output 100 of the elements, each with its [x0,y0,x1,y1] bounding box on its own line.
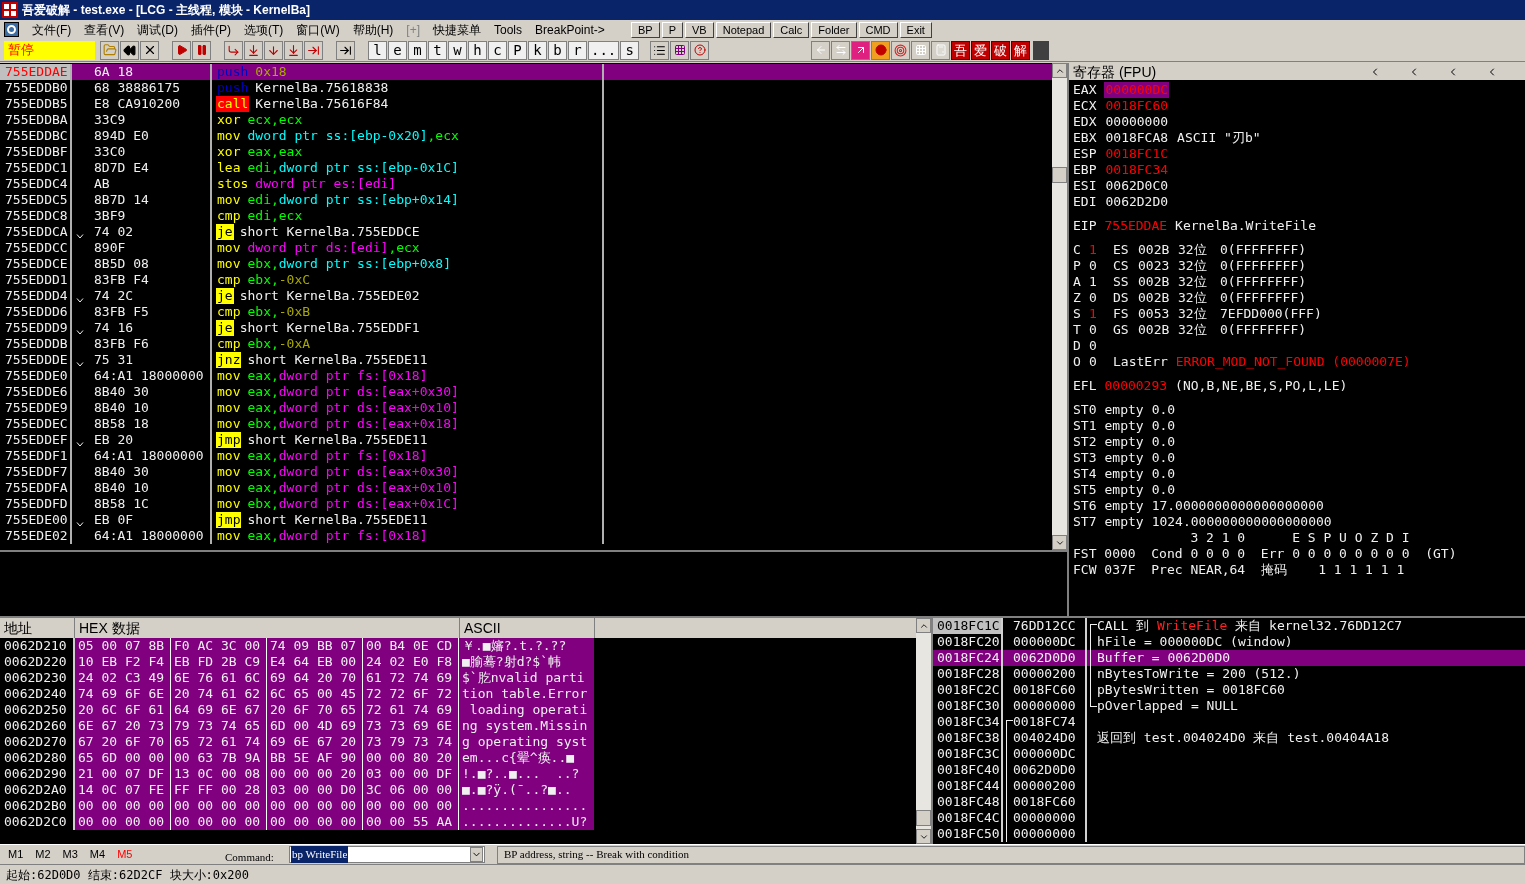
menu-item[interactable]: 帮助(H) [352,20,394,39]
brand-button[interactable]: 解 [1011,40,1031,60]
dump-row[interactable]: 65 6D 00 00 00 63 7B 9A BB 5E AF 90 00 00 80 20 em...c{翚^痪..■ [75,750,594,766]
column-header[interactable]: 地址 [0,618,75,638]
dump-row[interactable]: 00 00 00 00 00 00 00 00 00 00 00 00 00 00 55 AA ..............U? [75,814,594,830]
stack-row[interactable]: 0018FC34 0018FC74 [933,714,1525,730]
target-icon[interactable] [891,40,911,60]
menu-item[interactable]: 选项(T) [244,20,284,39]
child-window-icon[interactable] [4,22,19,37]
window-button[interactable]: s [620,40,640,60]
stack-row[interactable]: 0018FC3C 000000DC [933,746,1525,762]
flag-value[interactable]: 0 [1089,338,1113,354]
stack-row[interactable]: 0018FC28 00000200 nBytesToWrite = 200 (512.) [933,666,1525,682]
dump-row[interactable]: 21 00 07 DF 13 0C 00 08 00 00 00 20 03 00 00 DF !.■?..■... ..? [75,766,594,782]
window-button[interactable]: w [448,40,467,60]
window-button[interactable]: h [468,40,487,60]
menu-item[interactable]: 插件(P) [191,20,231,39]
scroll-thumb[interactable] [1052,167,1067,183]
register-value[interactable]: 755EDDAE [1104,218,1168,234]
quick-button[interactable]: CMD [858,22,898,38]
dump-row[interactable]: 20 6C 6F 61 64 69 6E 67 20 6F 70 65 72 61 74 69 loading operati [75,702,594,718]
brand-button[interactable]: 破 [991,40,1011,60]
register-value[interactable]: 00000293 [1104,378,1168,394]
menu-item[interactable]: 快捷菜单 [433,20,481,39]
scroll-thumb[interactable] [916,810,931,826]
quick-button[interactable]: VB [685,22,714,38]
stack-row[interactable]: 0018FC38 004024D0 返回到 test.004024D0 来自 test.00404A18 [933,730,1525,746]
register-value[interactable]: 0018FC34 [1104,162,1170,178]
stack-row[interactable]: 0018FC30 00000000 pOverlapped = NULL [933,698,1525,714]
flag-value[interactable]: 1 [1089,306,1113,322]
scroll-down-icon[interactable] [916,829,931,844]
stack-row[interactable]: 0018FC4C 00000000 [933,810,1525,826]
flag-value[interactable]: 0 [1089,290,1113,306]
scrollbar[interactable] [1052,63,1067,550]
flag-value[interactable]: 0 [1089,322,1113,338]
mark-button[interactable]: M1 [8,846,24,863]
register-value[interactable]: 0018FCA8 [1104,130,1170,146]
stack-row[interactable]: 0018FC40 0062D0D0 [933,762,1525,778]
command-field[interactable]: bp WriteFile [289,846,485,863]
rewind-icon[interactable] [120,40,139,60]
window-button[interactable]: c [488,40,507,60]
quick-button[interactable]: Folder [811,22,857,38]
grid-icon[interactable] [911,40,931,60]
dropdown-icon[interactable] [470,847,483,862]
window-button[interactable]: k [528,40,547,60]
dump-row[interactable]: 05 00 07 8B F0 AC 3C 00 74 09 BB 07 00 B4 0E CD ￥.■嬸?.t.?.?? [75,638,594,654]
pause-icon[interactable] [192,40,211,60]
scroll-up-icon[interactable] [916,618,931,633]
dump-row[interactable]: 24 02 C3 49 6E 76 61 6C 69 64 20 70 61 72 74 69 $`肐nvalid parti [75,670,594,686]
window-button[interactable]: ... [588,40,620,60]
mark-button[interactable]: M3 [62,846,78,863]
flag-value[interactable]: 0 [1089,354,1113,370]
stack-row[interactable]: 0018FC50 00000000 [933,826,1525,842]
flag-value[interactable]: 0 [1089,258,1113,274]
close-icon[interactable] [140,40,159,60]
dump-row[interactable]: 67 20 6F 70 65 72 61 74 69 6E 67 20 73 79 73 74 g operating syst [75,734,594,750]
menu-item[interactable]: 调试(D) [137,20,178,39]
quick-button[interactable]: Exit [899,22,932,38]
dump-row[interactable]: 6E 67 20 73 79 73 74 65 6D 00 4D 69 73 73 69 6E ng system.Missin [75,718,594,734]
grid-icon[interactable] [670,40,690,60]
mark-button[interactable]: M4 [89,846,106,863]
menu-item[interactable]: BreakPoint-> [535,20,605,39]
brand-button[interactable]: 吾 [951,40,971,60]
help-icon[interactable] [690,40,710,60]
dump-row[interactable]: 00 00 00 00 00 00 00 00 00 00 00 00 00 00 00 00 ................ [75,798,594,814]
mark-button[interactable]: M2 [35,846,51,863]
stack-row[interactable]: 0018FC44 00000200 [933,778,1525,794]
window-button[interactable]: r [568,40,587,60]
menu-item[interactable]: 查看(V) [84,20,125,39]
dump-row[interactable]: 14 0C 07 FE FF FF 00 28 03 00 00 D0 3C 06 00 00 ■.■?ÿ.(¯..?■.. [75,782,594,798]
flag-value[interactable]: 1 [1089,242,1113,258]
quick-button[interactable]: Calc [773,22,810,38]
menu-item[interactable]: 窗口(W) [296,20,340,39]
window-button[interactable]: P [508,40,527,60]
register-value[interactable]: 0062D2D0 [1104,194,1170,210]
stack-row[interactable]: 0018FC48 0018FC60 [933,794,1525,810]
code-row[interactable]: 755EDDB5 E8 CA910200 call KernelBa.75616F84 [0,96,1052,112]
register-value[interactable]: 0062D0C0 [1104,178,1170,194]
brand-button[interactable]: 爱 [971,40,991,60]
quick-button[interactable]: Notepad [715,22,772,38]
code-row[interactable]: 755EDE02 64:A1 18000000 mov eax,dword ptr fs:[0x18] [0,528,1052,544]
play-icon[interactable] [172,40,191,60]
register-value[interactable]: 0018FC60 [1104,98,1170,114]
stack-row[interactable]: 0018FC2C 0018FC60 pBytesWritten = 0018FC60 [933,682,1525,698]
stack-row[interactable]: 0018FC1C 76DD12CC CALL 到 WriteFile 来自 kernel32.76DD12C7 [933,618,1525,634]
code-row[interactable]: 755EDDAE 6A 18 push 0x18 [0,64,1052,80]
quick-button[interactable]: P [661,22,684,38]
register-value[interactable]: 00000000 [1104,114,1170,130]
dump-row[interactable]: 10 EB F2 F4 EB FD 2B C9 E4 64 EB 00 24 02 E0 F8 ■腧蓦?射d?$`帏 [75,654,594,670]
calculator-icon[interactable] [931,40,951,60]
stack-row[interactable]: 0018FC24 0062D0D0 Buffer = 0062D0D0 [933,650,1525,666]
scroll-up-icon[interactable] [1052,63,1067,78]
scroll-down-icon[interactable] [1052,535,1067,550]
window-button[interactable]: l [368,40,387,60]
window-button[interactable]: m [408,40,427,60]
quick-button[interactable]: BP [631,22,660,38]
menu-item[interactable]: Tools [494,20,523,39]
flag-value[interactable]: 1 [1089,274,1113,290]
window-button[interactable]: e [388,40,407,60]
list-icon[interactable] [650,40,670,60]
